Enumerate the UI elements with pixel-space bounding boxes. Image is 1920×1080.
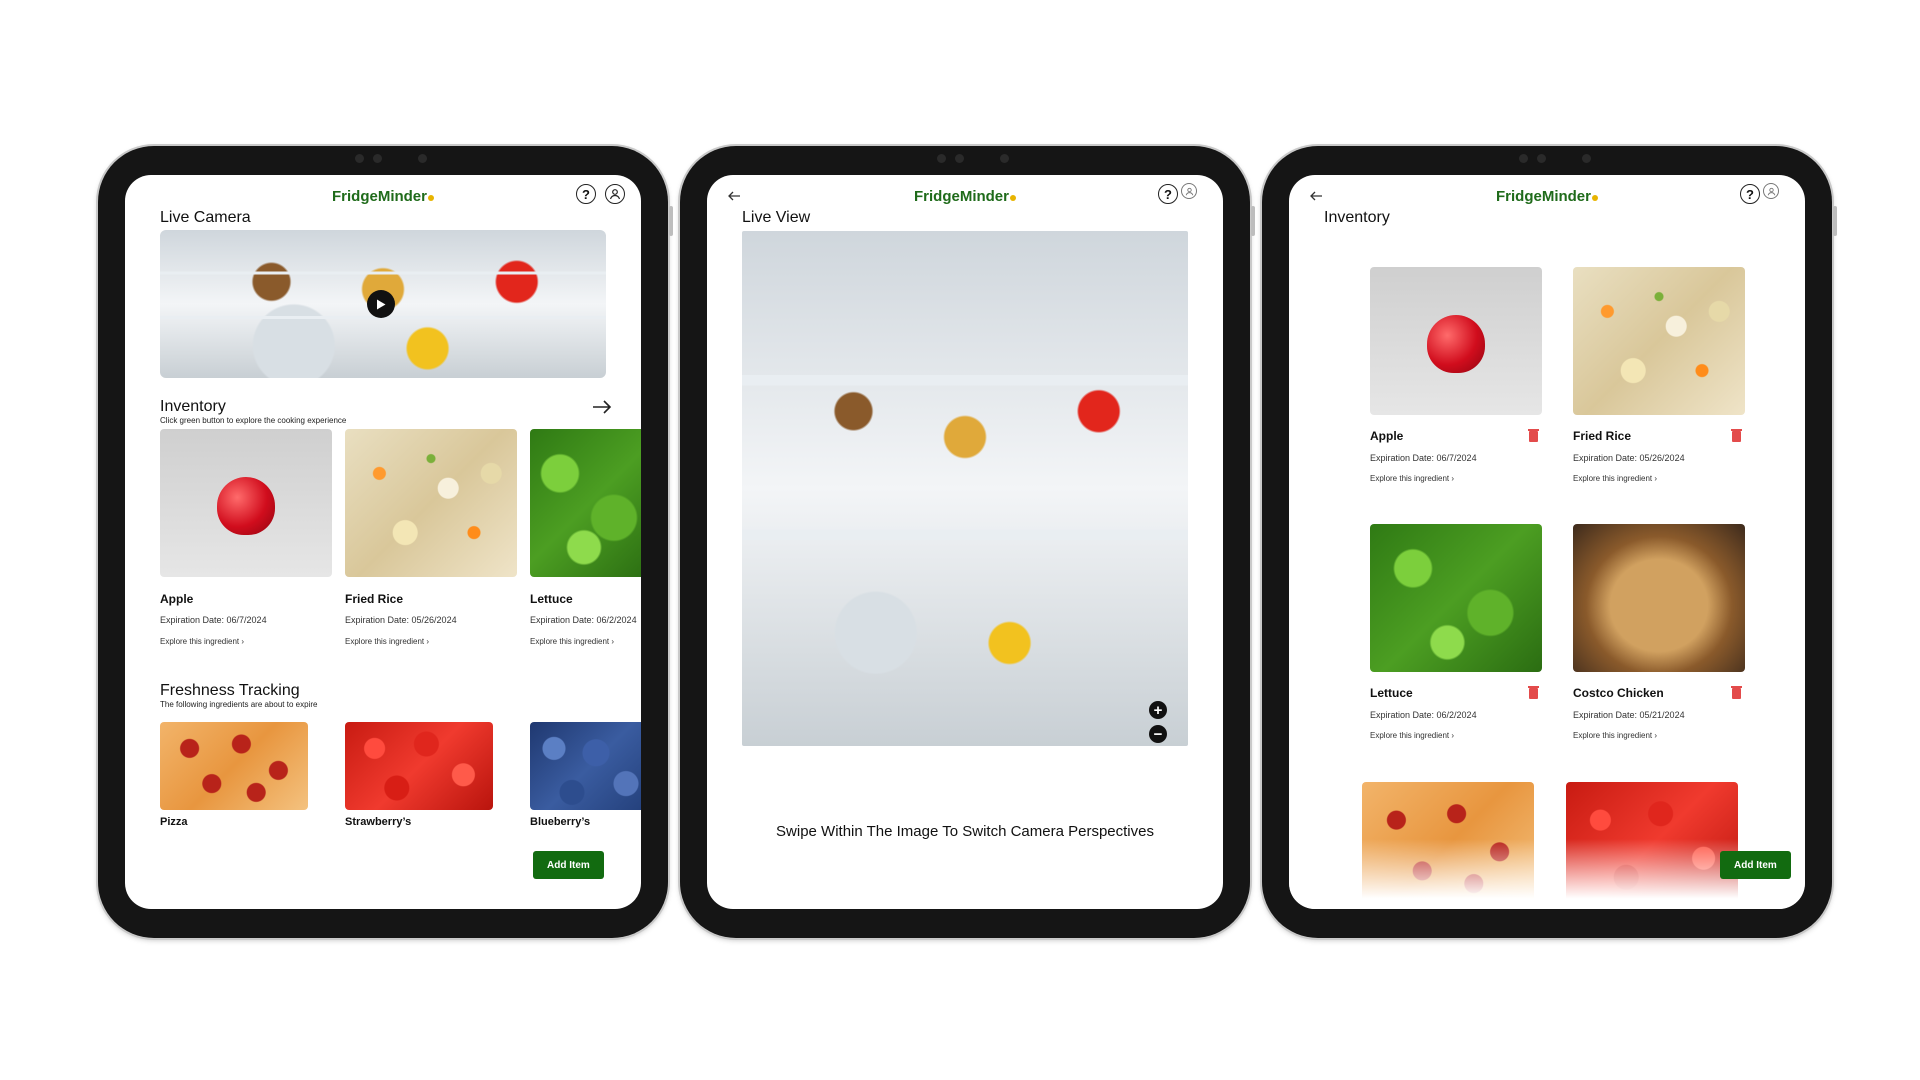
play-icon[interactable] [367, 290, 395, 318]
explore-ingredient-link[interactable]: Explore this ingredient › [1573, 731, 1657, 740]
chevron-right-icon: › [1654, 474, 1658, 483]
live-view-screen: FridgeMinder ? Live View + − Swipe Withi… [707, 175, 1223, 909]
explore-ingredient-link[interactable]: Explore this ingredient › [1370, 731, 1454, 740]
lettuce-image[interactable] [530, 429, 641, 577]
zoom-out-button[interactable]: − [1149, 725, 1167, 743]
add-item-button[interactable]: Add Item [1720, 851, 1791, 879]
expiring-item-name: Blueberry’s [530, 816, 591, 828]
live-camera-title: Live Camera [160, 209, 251, 226]
app-logo: FridgeMinder [707, 188, 1223, 205]
chevron-right-icon: › [611, 637, 615, 646]
item-expiration: Expiration Date: 05/21/2024 [1573, 710, 1685, 720]
camera-bar [323, 153, 443, 163]
tablet-home: FridgeMinder ? Live Camera Inventory Cli… [98, 146, 673, 938]
help-icon[interactable]: ? [1158, 184, 1178, 204]
live-view-feed[interactable] [742, 231, 1188, 746]
fried-rice-image[interactable] [345, 429, 517, 577]
trash-icon[interactable] [1731, 686, 1742, 699]
profile-icon[interactable] [1763, 183, 1779, 199]
blueberry-image[interactable] [530, 722, 641, 810]
chevron-right-icon: › [241, 637, 245, 646]
tablet-inventory: FridgeMinder ? Inventory Apple Expiratio… [1262, 146, 1837, 938]
explore-ingredient-link[interactable]: Explore this ingredient › [1370, 474, 1454, 483]
apple-image[interactable] [1370, 267, 1542, 415]
profile-icon[interactable] [605, 184, 625, 204]
explore-ingredient-link[interactable]: Explore this ingredient › [530, 637, 614, 646]
item-expiration: Expiration Date: 05/26/2024 [1573, 453, 1685, 463]
live-camera-feed[interactable] [160, 230, 606, 378]
side-button [669, 206, 673, 236]
apple-image[interactable] [160, 429, 332, 577]
home-screen: FridgeMinder ? Live Camera Inventory Cli… [125, 175, 641, 909]
item-expiration: Expiration Date: 05/26/2024 [345, 615, 457, 625]
explore-ingredient-link[interactable]: Explore this ingredient › [1573, 474, 1657, 483]
chevron-right-icon: › [1654, 731, 1658, 740]
trash-icon[interactable] [1731, 429, 1742, 442]
fried-rice-image[interactable] [1573, 267, 1745, 415]
side-button [1251, 206, 1255, 236]
lettuce-image[interactable] [1370, 524, 1542, 672]
tablet-live-view: FridgeMinder ? Live View + − Swipe Withi… [680, 146, 1255, 938]
inventory-title: Inventory [160, 398, 226, 415]
app-logo: FridgeMinder [125, 188, 641, 205]
chevron-right-icon: › [426, 637, 430, 646]
item-name: Apple [160, 592, 194, 606]
profile-icon[interactable] [1181, 183, 1197, 199]
live-view-title: Live View [742, 209, 811, 226]
item-expiration: Expiration Date: 06/2/2024 [1370, 710, 1477, 720]
item-expiration: Expiration Date: 06/7/2024 [160, 615, 267, 625]
item-name: Costco Chicken [1573, 686, 1664, 700]
explore-ingredient-link[interactable]: Explore this ingredient › [160, 637, 244, 646]
app-logo: FridgeMinder [1289, 188, 1805, 205]
freshness-title: Freshness Tracking [160, 682, 300, 699]
help-icon[interactable]: ? [576, 184, 596, 204]
expiring-item-name: Pizza [160, 816, 188, 828]
item-name: Fried Rice [1573, 429, 1632, 443]
expiring-item-name: Strawberry’s [345, 816, 412, 828]
swipe-caption: Swipe Within The Image To Switch Camera … [776, 823, 1154, 840]
chicken-image[interactable] [1573, 524, 1745, 672]
item-expiration: Expiration Date: 06/7/2024 [1370, 453, 1477, 463]
help-icon[interactable]: ? [1740, 184, 1760, 204]
item-name: Fried Rice [345, 592, 404, 606]
trash-icon[interactable] [1528, 686, 1539, 699]
inventory-screen: FridgeMinder ? Inventory Apple Expiratio… [1289, 175, 1805, 909]
zoom-in-button[interactable]: + [1149, 701, 1167, 719]
camera-bar [905, 153, 1025, 163]
inventory-subtitle: Click green button to explore the cookin… [160, 416, 347, 425]
trash-icon[interactable] [1528, 429, 1539, 442]
explore-ingredient-link[interactable]: Explore this ingredient › [345, 637, 429, 646]
arrow-right-icon[interactable] [591, 399, 613, 415]
chevron-right-icon: › [1451, 731, 1455, 740]
side-button [1833, 206, 1837, 236]
chevron-right-icon: › [1451, 474, 1455, 483]
freshness-subtitle: The following ingredients are about to e… [160, 700, 318, 709]
item-name: Apple [1370, 429, 1404, 443]
inventory-title: Inventory [1324, 209, 1390, 226]
add-item-button[interactable]: Add Item [533, 851, 604, 879]
item-name: Lettuce [1370, 686, 1413, 700]
item-name: Lettuce [530, 592, 573, 606]
camera-bar [1487, 153, 1607, 163]
pizza-image[interactable] [160, 722, 308, 810]
item-expiration: Expiration Date: 06/2/2024 [530, 615, 637, 625]
strawberry-image[interactable] [345, 722, 493, 810]
